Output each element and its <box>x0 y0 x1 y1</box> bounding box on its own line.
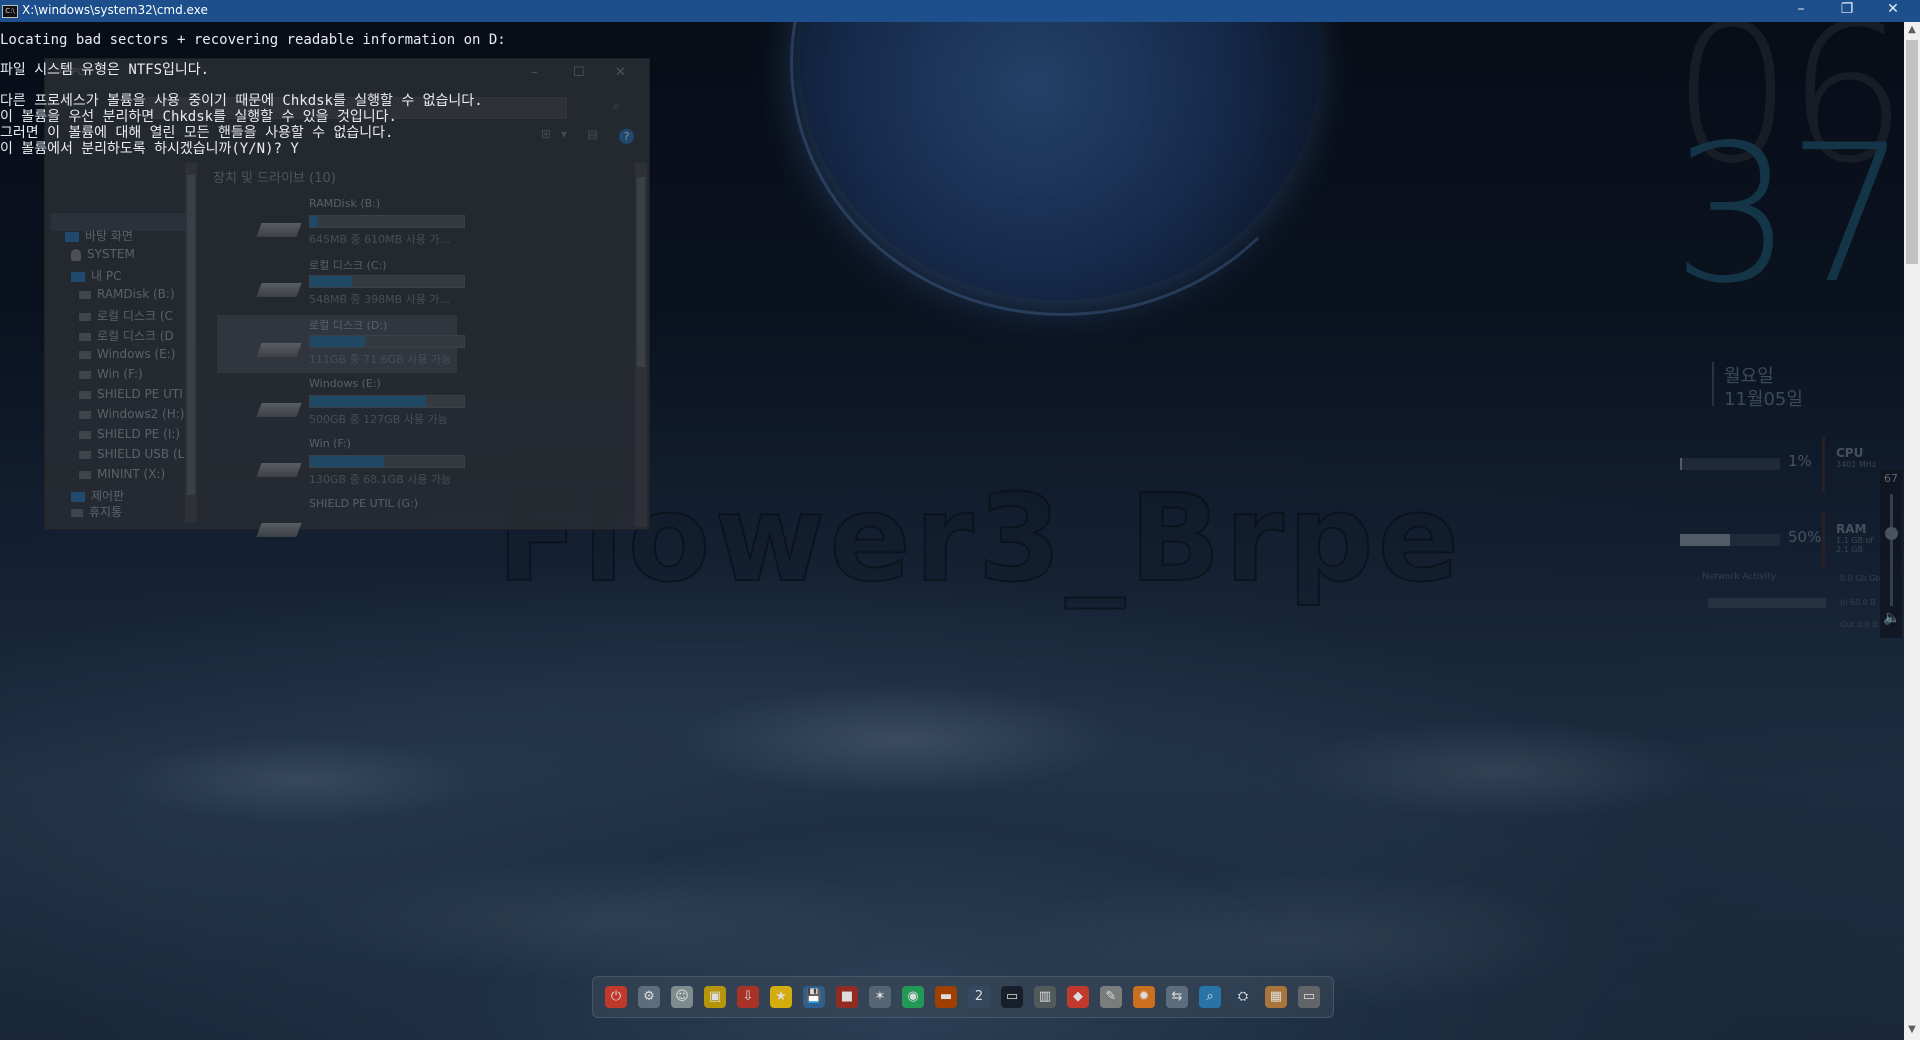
cmd-line: 그러면 이 볼륨에 대해 열린 모든 핸들을 사용할 수 없습니다. <box>0 125 394 141</box>
remote-icon[interactable]: ⛭ <box>1232 986 1254 1008</box>
settings-icon[interactable]: ⚙ <box>638 986 660 1008</box>
display-icon[interactable]: ▭ <box>1298 986 1320 1008</box>
tools-icon[interactable]: ✎ <box>1100 986 1122 1008</box>
power-icon[interactable]: ⏻ <box>605 986 627 1008</box>
cmd-app-icon: C:\ <box>2 5 18 18</box>
cmd-line: 이 볼륨을 우선 분리하면 Chkdsk를 실행할 수 있을 것입니다. <box>0 109 397 125</box>
search-icon[interactable]: ⌕ <box>1199 986 1221 1008</box>
save-icon[interactable]: 💾 <box>803 986 825 1008</box>
restore-icon[interactable]: ❐ <box>1824 1 1870 17</box>
cmd-console[interactable] <box>0 22 1904 1040</box>
close-icon[interactable]: ✕ <box>1870 1 1916 17</box>
pdf-icon[interactable]: ■ <box>836 986 858 1008</box>
cmd-line: Locating bad sectors + recovering readab… <box>0 32 506 48</box>
minimize-icon[interactable]: – <box>1778 1 1824 17</box>
toolbox-icon[interactable]: ▬ <box>935 986 957 1008</box>
cmd-scrollbar-thumb[interactable] <box>1906 40 1918 264</box>
terminal-icon[interactable]: ▭ <box>1001 986 1023 1008</box>
chrome-icon[interactable]: ◉ <box>902 986 924 1008</box>
cmd-scrollbar[interactable]: ▲ ▼ <box>1904 22 1920 1040</box>
number-icon[interactable]: 2 <box>968 986 990 1008</box>
folder-icon[interactable]: ▣ <box>704 986 726 1008</box>
chart-icon[interactable]: ◆ <box>1067 986 1089 1008</box>
flame-icon[interactable]: ✹ <box>1133 986 1155 1008</box>
cable-icon[interactable]: ⇆ <box>1166 986 1188 1008</box>
dock-bar: ⏻ ⚙ ☺ ▣ ⇩ ★ 💾 ■ ✶ ◉ ▬ 2 ▭ ▥ ◆ ✎ ✹ ⇆ ⌕ ⛭ ▦ ▭ <box>592 976 1334 1018</box>
cmd-line: 다른 프로세스가 볼륨을 사용 중이기 때문에 Chkdsk를 실행할 수 없습… <box>0 93 483 109</box>
download-icon[interactable]: ⇩ <box>737 986 759 1008</box>
cmd-line: 이 볼륨에서 분리하도록 하시겠습니까(Y/N)? Y <box>0 141 299 157</box>
monitor-icon[interactable]: ▥ <box>1034 986 1056 1008</box>
scroll-up-icon[interactable]: ▲ <box>1904 24 1920 35</box>
star-icon[interactable]: ★ <box>770 986 792 1008</box>
cmd-line: 파일 시스템 유형은 NTFS입니다. <box>0 62 210 78</box>
cmd-titlebar[interactable]: C:\ X:\windows\system32\cmd.exe – ❐ ✕ <box>0 0 1920 22</box>
user-icon[interactable]: ☺ <box>671 986 693 1008</box>
cmd-title: X:\windows\system32\cmd.exe <box>22 3 208 17</box>
scroll-down-icon[interactable]: ▼ <box>1904 1024 1920 1035</box>
network-icon[interactable]: ✶ <box>869 986 891 1008</box>
archive-icon[interactable]: ▦ <box>1265 986 1287 1008</box>
